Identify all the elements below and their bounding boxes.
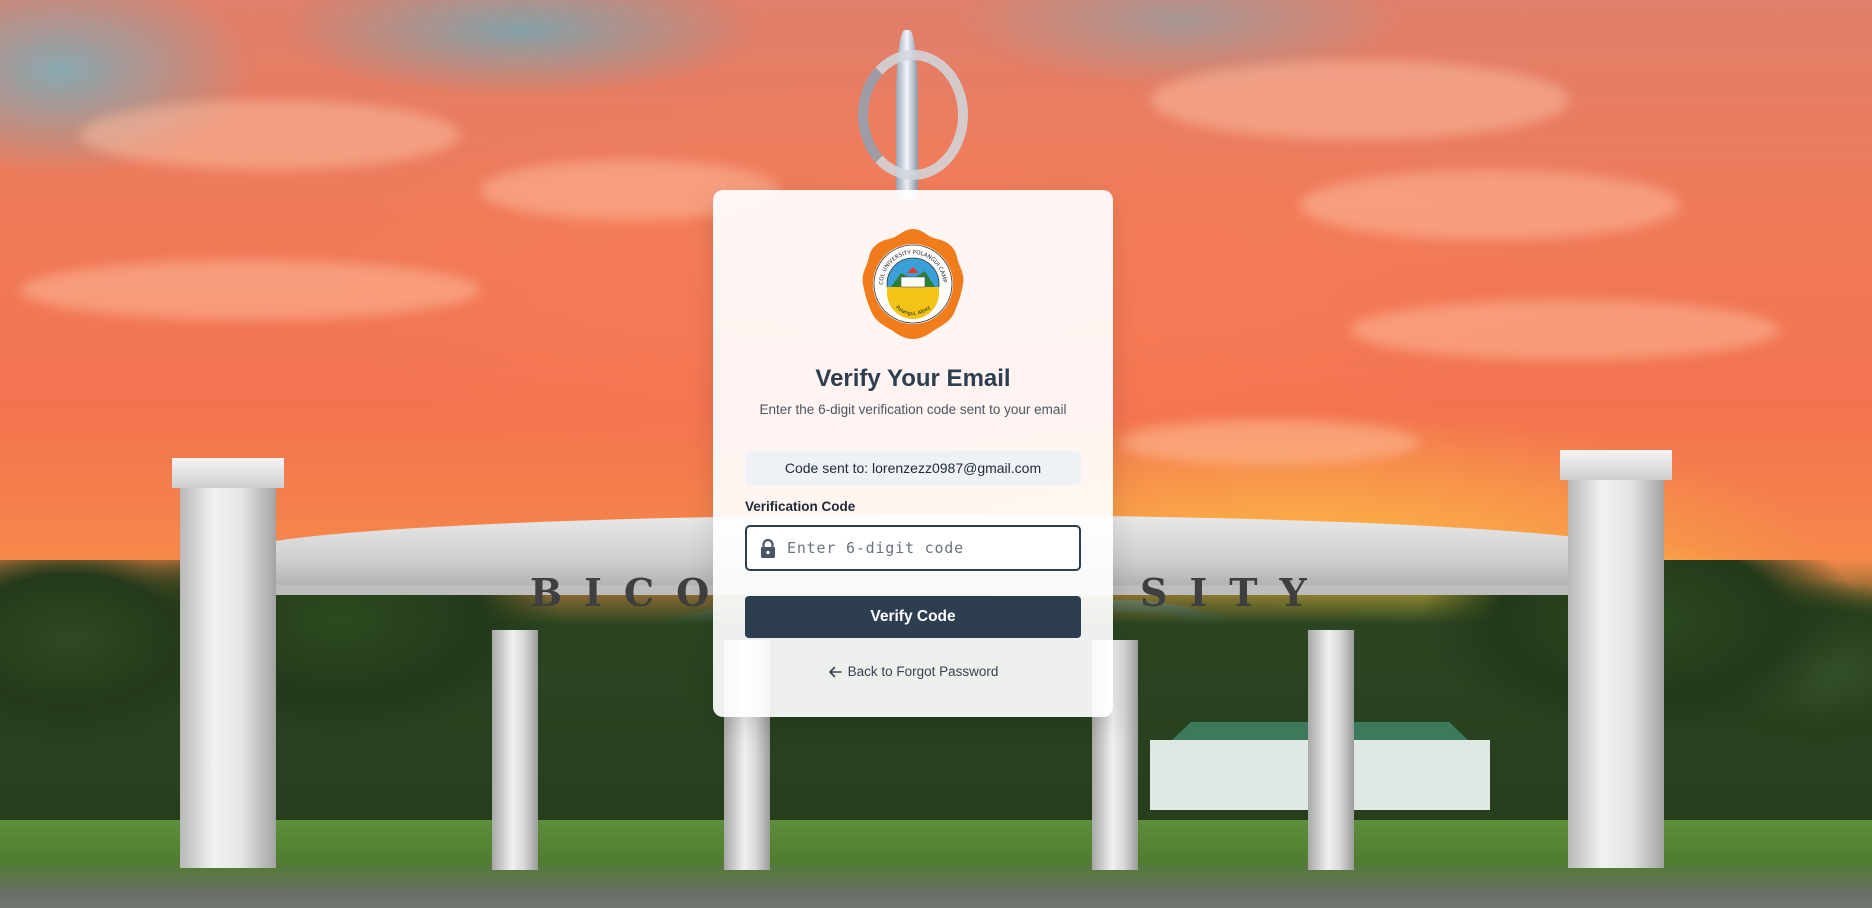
lock-icon (761, 539, 775, 558)
verification-code-label: Verification Code (745, 499, 856, 514)
pillar-cap (172, 458, 284, 488)
verification-code-field[interactable] (745, 525, 1081, 571)
verification-code-input[interactable] (787, 527, 1073, 569)
arrow-left-icon (828, 666, 842, 677)
pillar-cap (1560, 450, 1672, 480)
verify-email-card: BICOL UNIVERSITY POLANGUI CAMPUS Polangu… (713, 190, 1113, 717)
arch-lettering-right: SITY (1140, 570, 1329, 615)
back-link-label: Back to Forgot Password (847, 664, 999, 679)
verify-code-button[interactable]: Verify Code (745, 596, 1081, 638)
column (492, 630, 538, 870)
cloud (20, 260, 480, 320)
page-background: BICO SITY BICOL UNIVERSITY POLANGUI CAMP… (0, 0, 1872, 908)
university-seal-logo: BICOL UNIVERSITY POLANGUI CAMPUS Polangu… (861, 227, 964, 339)
cloud (1300, 170, 1680, 240)
monument-ring (858, 50, 968, 180)
code-sent-notice: Code sent to: lorenzezz0987@gmail.com (745, 451, 1081, 485)
page-subtitle: Enter the 6-digit verification code sent… (759, 402, 1067, 417)
cloud (1120, 420, 1420, 465)
pillar (180, 488, 276, 868)
cloud (1150, 60, 1570, 140)
cloud (80, 100, 460, 170)
pillar (1568, 480, 1664, 868)
arch-lettering-left: BICO (530, 570, 732, 615)
back-to-forgot-password-link[interactable]: Back to Forgot Password (713, 664, 1113, 679)
cloud (1350, 300, 1780, 360)
page-title: Verify Your Email (815, 365, 1011, 392)
column (1308, 630, 1354, 870)
